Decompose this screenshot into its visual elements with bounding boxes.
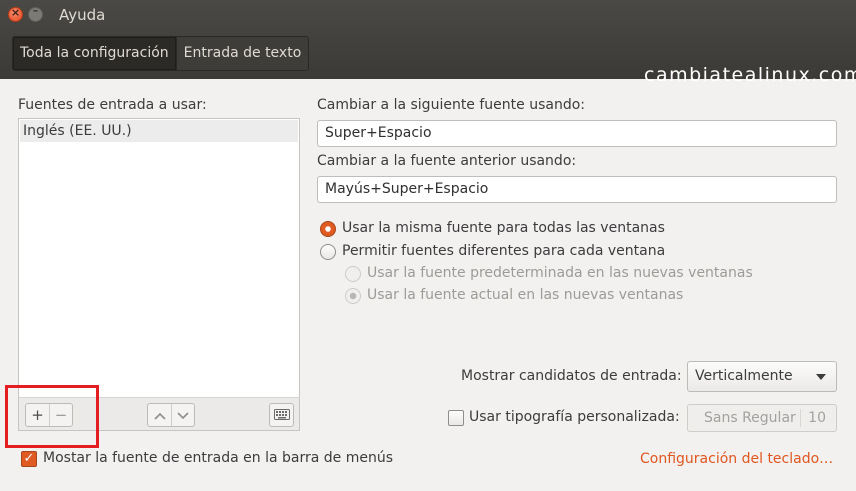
close-button[interactable]: × — [8, 6, 23, 22]
show-in-menu-bar-checkbox[interactable]: ✓ — [21, 451, 37, 467]
different-source-radio[interactable] — [320, 244, 336, 260]
minimize-icon: – — [32, 4, 39, 17]
custom-font-checkbox[interactable] — [448, 410, 464, 426]
default-source-new-windows-label: Usar la fuente predeterminada en las nue… — [367, 265, 753, 281]
current-source-new-windows-radio — [345, 288, 361, 304]
prev-source-shortcut-field[interactable]: Mayús+Super+Espacio — [317, 176, 837, 203]
watermark: cambiatealinux.com — [644, 64, 856, 86]
highlight-annotation-box — [5, 385, 99, 448]
close-icon: × — [10, 6, 21, 19]
font-chooser-button: Sans Regular 10 — [687, 404, 837, 432]
different-source-label[interactable]: Permitir fuentes diferentes para cada ve… — [342, 243, 665, 259]
same-source-label[interactable]: Usar la misma fuente para todas las vent… — [342, 220, 665, 236]
view-switcher: Toda la configuración Entrada de texto — [12, 36, 310, 71]
next-source-label: Cambiar a la siguiente fuente usando: — [317, 97, 586, 113]
show-in-menu-bar-label[interactable]: Mostar la fuente de entrada en la barra … — [43, 450, 393, 466]
minimize-button[interactable]: – — [28, 4, 43, 22]
chevron-down-icon — [177, 412, 189, 420]
chevron-up-icon — [153, 412, 166, 420]
input-sources-list[interactable]: Inglés (EE. UU.) — [18, 118, 300, 398]
keyboard-icon — [273, 409, 290, 420]
current-source-new-windows-label: Usar la fuente actual en las nuevas vent… — [367, 287, 684, 303]
tab-text-entry[interactable]: Entrada de texto — [175, 37, 309, 70]
keyboard-layout-group — [269, 403, 294, 427]
prev-source-label: Cambiar a la fuente anterior usando: — [317, 153, 577, 169]
candidates-label: Mostrar candidatos de entrada: — [461, 368, 682, 384]
font-separator — [800, 409, 801, 427]
list-item[interactable]: Inglés (EE. UU.) — [20, 120, 298, 142]
keyboard-settings-link[interactable]: Configuración del teclado… — [640, 451, 833, 467]
same-source-radio[interactable] — [320, 221, 336, 237]
show-keyboard-layout-button[interactable] — [270, 404, 293, 426]
dropdown-arrow-icon — [816, 374, 826, 380]
tab-all-settings[interactable]: Toda la configuración — [13, 37, 176, 70]
candidates-value: Verticalmente — [695, 368, 793, 384]
custom-font-label[interactable]: Usar tipografía personalizada: — [469, 409, 680, 425]
move-down-button[interactable] — [171, 404, 194, 426]
move-up-button[interactable] — [148, 404, 171, 426]
candidates-combo[interactable]: Verticalmente — [687, 361, 837, 392]
font-name: Sans Regular — [704, 410, 796, 426]
window-title: Ayuda — [59, 6, 106, 24]
reorder-group — [147, 403, 195, 427]
default-source-new-windows-radio — [345, 266, 361, 282]
checkmark-icon: ✓ — [23, 451, 35, 466]
input-sources-label: Fuentes de entrada a usar: — [18, 97, 207, 113]
next-source-shortcut-field[interactable]: Super+Espacio — [317, 120, 837, 147]
font-size: 10 — [808, 410, 826, 426]
